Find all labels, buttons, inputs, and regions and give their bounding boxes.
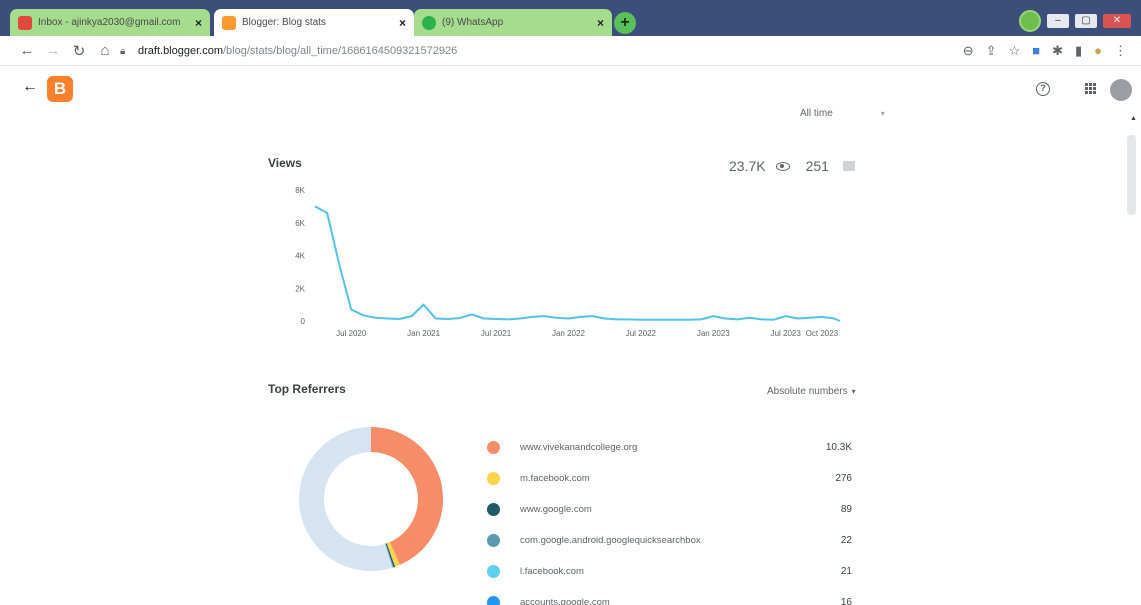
x-tick-label: Jul 2022 bbox=[626, 329, 657, 338]
x-tick-label: Jan 2023 bbox=[697, 329, 730, 338]
menu-icon[interactable]: ⋮ bbox=[1114, 43, 1127, 59]
avatar[interactable] bbox=[1110, 79, 1132, 101]
referrer-count: 10.3K bbox=[825, 442, 852, 453]
close-window-button[interactable]: ✕ bbox=[1103, 14, 1131, 28]
share-icon[interactable]: ⇪ bbox=[986, 43, 997, 59]
views-series-line bbox=[314, 205, 841, 322]
time-range-select[interactable]: All time ▾ bbox=[800, 108, 885, 119]
back-icon[interactable]: ← bbox=[18, 42, 36, 59]
referrer-color-dot bbox=[487, 534, 500, 547]
new-tab-button[interactable]: + bbox=[614, 12, 636, 34]
referrer-name: m.facebook.com bbox=[520, 473, 590, 484]
donut-slice bbox=[371, 427, 443, 565]
url-path: /blog/stats/blog/all_time/16861645093215… bbox=[223, 45, 458, 57]
address-bar[interactable]: 🔒︎ draft.blogger.com /blog/stats/blog/al… bbox=[120, 40, 1000, 62]
star-icon[interactable]: ☆ bbox=[1009, 43, 1021, 59]
profile-avatar-icon[interactable]: ● bbox=[1094, 43, 1102, 59]
forward-icon[interactable]: → bbox=[44, 42, 62, 59]
url-host: draft.blogger.com bbox=[138, 45, 223, 57]
referrer-color-dot bbox=[487, 503, 500, 516]
comment-icon bbox=[842, 161, 855, 171]
referrer-name: www.vivekanandcollege.org bbox=[520, 442, 638, 453]
window-controls: – ▢ ✕ bbox=[1019, 10, 1131, 32]
referrer-name: l.facebook.com bbox=[520, 566, 584, 577]
close-icon[interactable]: × bbox=[195, 16, 202, 30]
puzzle-icon[interactable]: ✱ bbox=[1052, 43, 1063, 59]
x-tick-label: Jul 2023 bbox=[771, 329, 802, 338]
views-stats: 23.7K 251 bbox=[729, 158, 855, 174]
referrers-mode-select[interactable]: Absolute numbers ▾ bbox=[767, 386, 856, 397]
referrers-donut-chart bbox=[299, 427, 443, 571]
referrer-color-dot bbox=[487, 596, 500, 605]
tab-whatsapp[interactable]: (9) WhatsApp × bbox=[414, 9, 612, 36]
referrers-mode-value: Absolute numbers bbox=[767, 386, 848, 397]
back-button[interactable]: ← bbox=[22, 78, 38, 96]
referrer-count: 16 bbox=[840, 597, 852, 605]
minimize-button[interactable]: – bbox=[1047, 14, 1069, 28]
tab-gmail-label: Inbox - ajinkya2030@gmail.com bbox=[38, 17, 181, 28]
close-icon[interactable]: × bbox=[399, 16, 406, 30]
y-tick-label: 6K bbox=[295, 219, 305, 228]
profile-icon[interactable] bbox=[1019, 10, 1041, 32]
y-tick-label: 4K bbox=[295, 252, 305, 261]
y-tick-label: 8K bbox=[295, 186, 305, 195]
scrollbar[interactable] bbox=[1127, 135, 1136, 215]
tab-blogger-label: Blogger: Blog stats bbox=[242, 17, 326, 28]
extension-icon[interactable]: ■ bbox=[1032, 43, 1040, 59]
x-tick-label: Jul 2020 bbox=[336, 329, 367, 338]
referrers-title: Top Referrers bbox=[268, 382, 346, 396]
referrer-row: www.vivekanandcollege.org 10.3K bbox=[487, 432, 852, 463]
x-tick-label: Jan 2021 bbox=[407, 329, 440, 338]
views-line-chart: 0 2K 4K 6K 8K Jul 2020 Jan 2021 Jul 2021 Jan 202… bbox=[295, 186, 841, 338]
help-icon[interactable]: ? bbox=[1036, 82, 1050, 96]
y-tick-label: 0 bbox=[301, 317, 306, 326]
apps-grid-icon[interactable] bbox=[1085, 83, 1097, 95]
referrer-count: 276 bbox=[835, 473, 852, 484]
tab-whatsapp-label: (9) WhatsApp bbox=[442, 17, 504, 28]
x-tick-label: Oct 2023 bbox=[806, 329, 839, 338]
tab-gmail[interactable]: Inbox - ajinkya2030@gmail.com × bbox=[10, 9, 210, 36]
chevron-down-icon: ▾ bbox=[851, 387, 856, 396]
close-icon[interactable]: × bbox=[597, 16, 604, 30]
referrer-count: 89 bbox=[840, 504, 852, 515]
referrer-row: com.google.android.googlequicksearchbox 2… bbox=[487, 525, 852, 556]
referrer-count: 22 bbox=[840, 535, 852, 546]
referrer-row: www.google.com 89 bbox=[487, 494, 852, 525]
scroll-up-arrow[interactable]: ▲ bbox=[1130, 115, 1137, 122]
referrer-color-dot bbox=[487, 472, 500, 485]
browser-tab-strip: Inbox - ajinkya2030@gmail.com × Blogger:… bbox=[0, 0, 1141, 38]
blogger-logo[interactable]: B bbox=[47, 76, 73, 102]
eye-icon bbox=[775, 161, 790, 171]
referrer-row: l.facebook.com 21 bbox=[487, 556, 852, 587]
zoom-icon[interactable]: ⊖ bbox=[963, 43, 974, 59]
reload-icon[interactable]: ↻ bbox=[70, 42, 88, 60]
views-total: 23.7K bbox=[729, 158, 766, 174]
home-icon[interactable]: ⌂ bbox=[96, 42, 114, 59]
whatsapp-icon bbox=[422, 15, 436, 30]
x-tick-label: Jan 2022 bbox=[552, 329, 585, 338]
y-tick-label: 2K bbox=[295, 284, 305, 293]
maximize-button[interactable]: ▢ bbox=[1075, 14, 1097, 28]
browser-toolbar: ← → ↻ ⌂ 🔒︎ draft.blogger.com /blog/stats… bbox=[0, 36, 1141, 66]
referrer-name: accounts.google.com bbox=[520, 597, 610, 605]
x-tick-label: Jul 2021 bbox=[481, 329, 512, 338]
gmail-icon bbox=[18, 15, 32, 30]
tab-blogger[interactable]: Blogger: Blog stats × bbox=[214, 9, 414, 36]
referrer-color-dot bbox=[487, 565, 500, 578]
referrer-name: www.google.com bbox=[520, 504, 592, 515]
toolbar-icons: ⊖ ⇪ ☆ ■ ✱ ▮ ● ⋮ bbox=[963, 43, 1127, 59]
referrer-color-dot bbox=[487, 441, 500, 454]
views-title: Views bbox=[268, 156, 302, 170]
sidepanel-icon[interactable]: ▮ bbox=[1075, 43, 1082, 59]
referrer-name: com.google.android.googlequicksearchbox bbox=[520, 535, 701, 546]
referrer-row: m.facebook.com 276 bbox=[487, 463, 852, 494]
blogger-icon bbox=[222, 15, 236, 30]
referrer-row: accounts.google.com 16 bbox=[487, 587, 852, 605]
referrers-list: www.vivekanandcollege.org 10.3K m.facebook… bbox=[487, 432, 852, 605]
posts-count: 251 bbox=[805, 158, 829, 174]
lock-icon: 🔒︎ bbox=[120, 45, 126, 57]
chevron-down-icon: ▾ bbox=[880, 109, 885, 118]
referrer-count: 21 bbox=[840, 566, 852, 577]
time-range-value: All time bbox=[800, 108, 833, 119]
